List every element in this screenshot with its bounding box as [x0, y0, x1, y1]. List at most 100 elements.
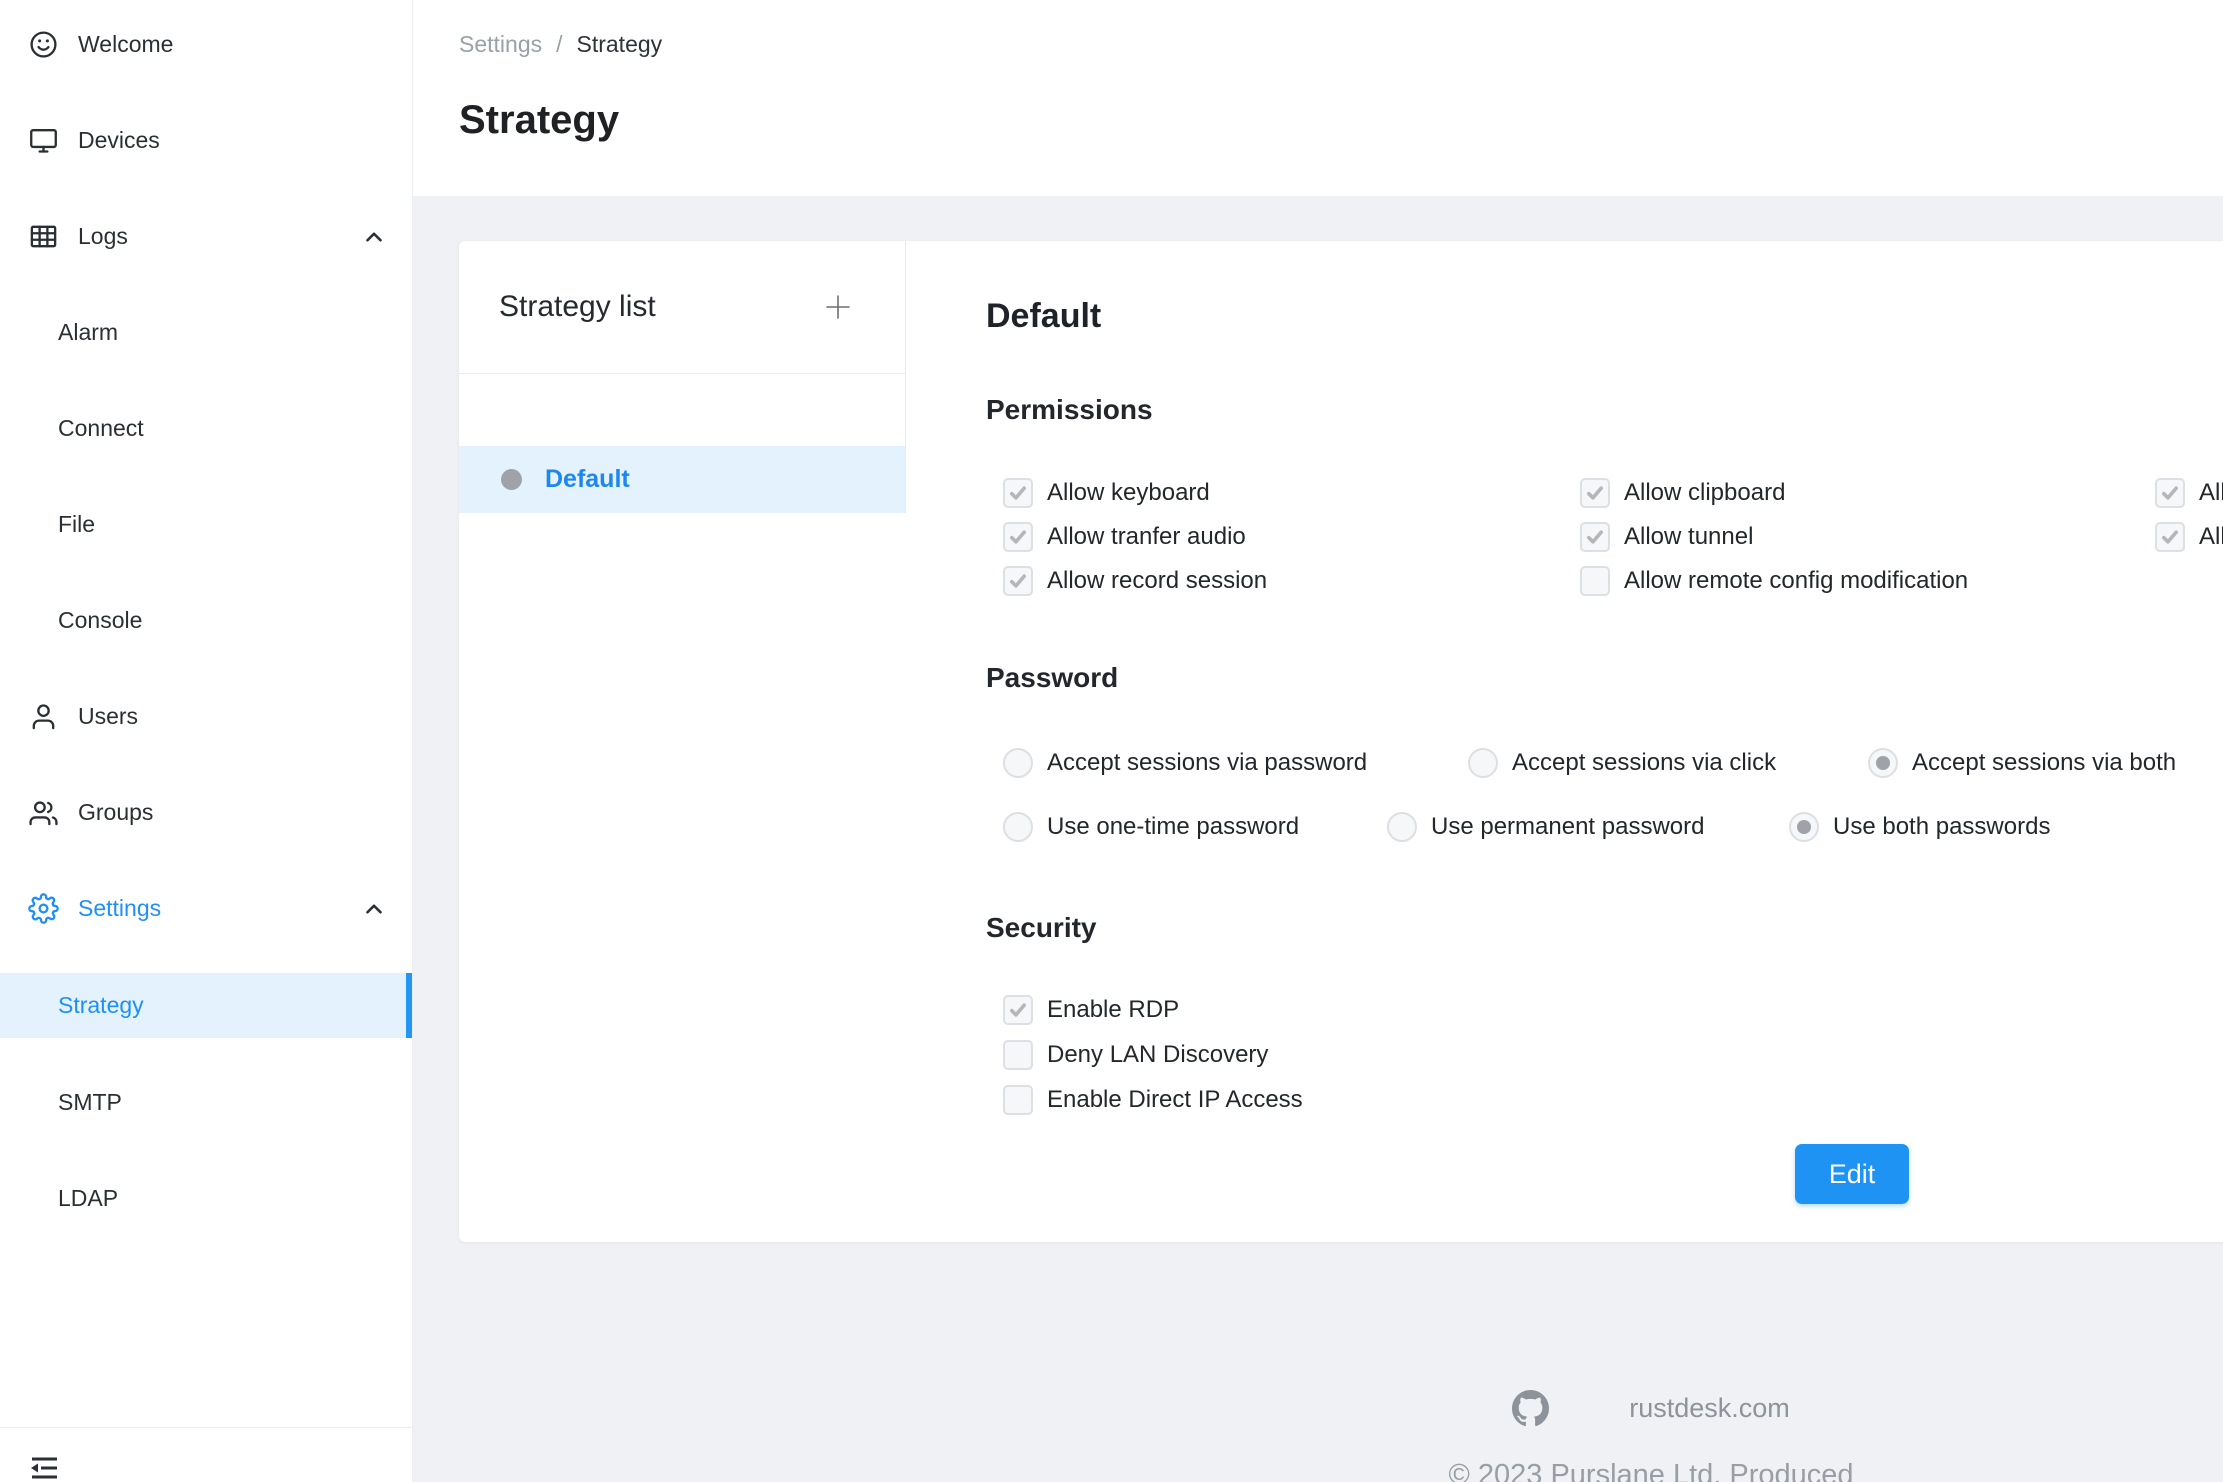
checkbox-allow-remote-config[interactable]: Allow remote config modification — [1580, 559, 2155, 603]
checkbox-truncated-1[interactable]: All — [2155, 471, 2223, 515]
accept-sessions-radio-group: Accept sessions via password Accept sess… — [1003, 737, 2223, 789]
checkbox-deny-lan-discovery[interactable]: Deny LAN Discovery — [1003, 1032, 2223, 1077]
checkbox-label: Allow tranfer audio — [1047, 523, 1246, 551]
password-heading: Password — [986, 659, 2223, 697]
add-strategy-button[interactable] — [821, 290, 855, 324]
checkbox-icon — [1003, 522, 1033, 552]
checkbox-enable-direct-ip[interactable]: Enable Direct IP Access — [1003, 1077, 2223, 1122]
breadcrumb-separator: / — [556, 30, 562, 58]
checkbox-icon — [1003, 1040, 1033, 1070]
radio-icon — [1387, 812, 1417, 842]
radio-accept-via-click[interactable]: Accept sessions via click — [1468, 748, 1868, 778]
sidebar-item-label: Users — [78, 703, 387, 730]
checkbox-label: Deny LAN Discovery — [1047, 1041, 1268, 1069]
checkbox-label: Allow record session — [1047, 567, 1267, 595]
checkbox-label: Allow remote config modification — [1624, 567, 1968, 595]
divider — [0, 1427, 412, 1428]
app-window: Welcome Devices Logs Alarm Connect File — [0, 0, 2223, 1482]
sidebar-item-alarm[interactable]: Alarm — [0, 301, 412, 364]
github-icon[interactable] — [1512, 1390, 1549, 1427]
edit-button[interactable]: Edit — [1795, 1144, 1909, 1204]
radio-accept-via-both[interactable]: Accept sessions via both — [1868, 748, 2176, 778]
radio-icon — [1003, 748, 1033, 778]
radio-label: Accept sessions via password — [1047, 749, 1367, 777]
sidebar-item-welcome[interactable]: Welcome — [0, 13, 412, 76]
sidebar-item-label: Strategy — [58, 992, 381, 1019]
checkbox-label: All — [2199, 479, 2223, 507]
checkbox-label: Allow clipboard — [1624, 479, 1785, 507]
chevron-up-icon — [361, 224, 387, 250]
checkbox-icon — [1580, 522, 1610, 552]
breadcrumb: Settings / Strategy — [459, 30, 2223, 58]
checkbox-label: Enable Direct IP Access — [1047, 1086, 1303, 1114]
user-icon — [28, 701, 59, 732]
page-title: Strategy — [459, 94, 2223, 146]
radio-icon — [1468, 748, 1498, 778]
sidebar-item-file[interactable]: File — [0, 493, 412, 556]
checkbox-label: Allow keyboard — [1047, 479, 1210, 507]
sidebar-item-connect[interactable]: Connect — [0, 397, 412, 460]
checkbox-allow-clipboard[interactable]: Allow clipboard — [1580, 471, 2155, 515]
sidebar-item-label: Groups — [78, 799, 387, 826]
sidebar-item-label: Welcome — [78, 31, 387, 58]
breadcrumb-settings-link[interactable]: Settings — [459, 30, 542, 58]
strategy-list-header: Strategy list — [459, 241, 905, 374]
content-area: Strategy list Default D — [413, 196, 2223, 1482]
sidebar-item-settings[interactable]: Settings — [0, 877, 412, 940]
checkbox-icon — [2155, 478, 2185, 508]
chevron-up-icon — [361, 896, 387, 922]
sidebar-item-label: Connect — [58, 415, 387, 442]
radio-label: Use one-time password — [1047, 813, 1299, 841]
sidebar-item-users[interactable]: Users — [0, 685, 412, 748]
strategy-list-panel: Strategy list Default — [459, 241, 906, 1242]
sidebar-item-label: LDAP — [58, 1185, 387, 1212]
sidebar-item-logs[interactable]: Logs — [0, 205, 412, 268]
page-footer: rustdesk.com © 2023 Purslane Ltd. Produc… — [459, 1242, 2223, 1482]
sidebar-item-label: Alarm — [58, 319, 387, 346]
password-type-radio-group: Use one-time password Use permanent pass… — [1003, 801, 2223, 853]
smiley-icon — [28, 29, 59, 60]
security-heading: Security — [986, 909, 2223, 947]
checkbox-icon — [1003, 478, 1033, 508]
checkbox-allow-tunnel[interactable]: Allow tunnel — [1580, 515, 2155, 559]
radio-accept-via-password[interactable]: Accept sessions via password — [1003, 748, 1468, 778]
radio-label: Accept sessions via both — [1912, 749, 2176, 777]
radio-label: Use both passwords — [1833, 813, 2050, 841]
password-options: Accept sessions via password Accept sess… — [986, 737, 2223, 853]
sidebar-item-label: Settings — [78, 895, 361, 922]
radio-icon — [1868, 748, 1898, 778]
checkbox-label: All — [2199, 523, 2223, 551]
radio-both-passwords[interactable]: Use both passwords — [1789, 812, 2050, 842]
radio-label: Use permanent password — [1431, 813, 1704, 841]
radio-permanent-password[interactable]: Use permanent password — [1387, 812, 1789, 842]
checkbox-allow-transfer-audio[interactable]: Allow tranfer audio — [1003, 515, 1580, 559]
checkbox-allow-keyboard[interactable]: Allow keyboard — [1003, 471, 1580, 515]
radio-icon — [1003, 812, 1033, 842]
users-icon — [28, 797, 59, 828]
collapse-sidebar-button[interactable] — [28, 1454, 60, 1482]
sidebar-item-devices[interactable]: Devices — [0, 109, 412, 172]
radio-one-time-password[interactable]: Use one-time password — [1003, 812, 1387, 842]
sidebar-item-label: Logs — [78, 223, 361, 250]
table-icon — [28, 221, 59, 252]
sidebar: Welcome Devices Logs Alarm Connect File — [0, 0, 413, 1482]
checkbox-icon — [1580, 566, 1610, 596]
copyright-text: © 2023 Purslane Ltd. Produced — [1448, 1459, 1853, 1482]
sidebar-item-smtp[interactable]: SMTP — [0, 1071, 412, 1134]
checkbox-truncated-2[interactable]: All — [2155, 515, 2223, 559]
breadcrumb-current: Strategy — [577, 30, 663, 58]
sidebar-footer — [0, 1427, 412, 1482]
security-options: Enable RDP Deny LAN Discovery Enable Dir… — [986, 987, 2223, 1122]
sidebar-item-strategy[interactable]: Strategy — [0, 973, 412, 1038]
page-header: Settings / Strategy Strategy — [413, 0, 2223, 196]
strategy-list-item-default[interactable]: Default — [459, 446, 905, 513]
checkbox-enable-rdp[interactable]: Enable RDP — [1003, 987, 2223, 1032]
sidebar-item-groups[interactable]: Groups — [0, 781, 412, 844]
checkbox-icon — [1003, 1085, 1033, 1115]
sidebar-item-label: Devices — [78, 127, 387, 154]
menu-fold-icon — [28, 1454, 60, 1482]
rustdesk-link[interactable]: rustdesk.com — [1629, 1393, 1790, 1424]
checkbox-allow-record-session[interactable]: Allow record session — [1003, 559, 1580, 603]
sidebar-item-console[interactable]: Console — [0, 589, 412, 652]
sidebar-item-ldap[interactable]: LDAP — [0, 1167, 412, 1230]
